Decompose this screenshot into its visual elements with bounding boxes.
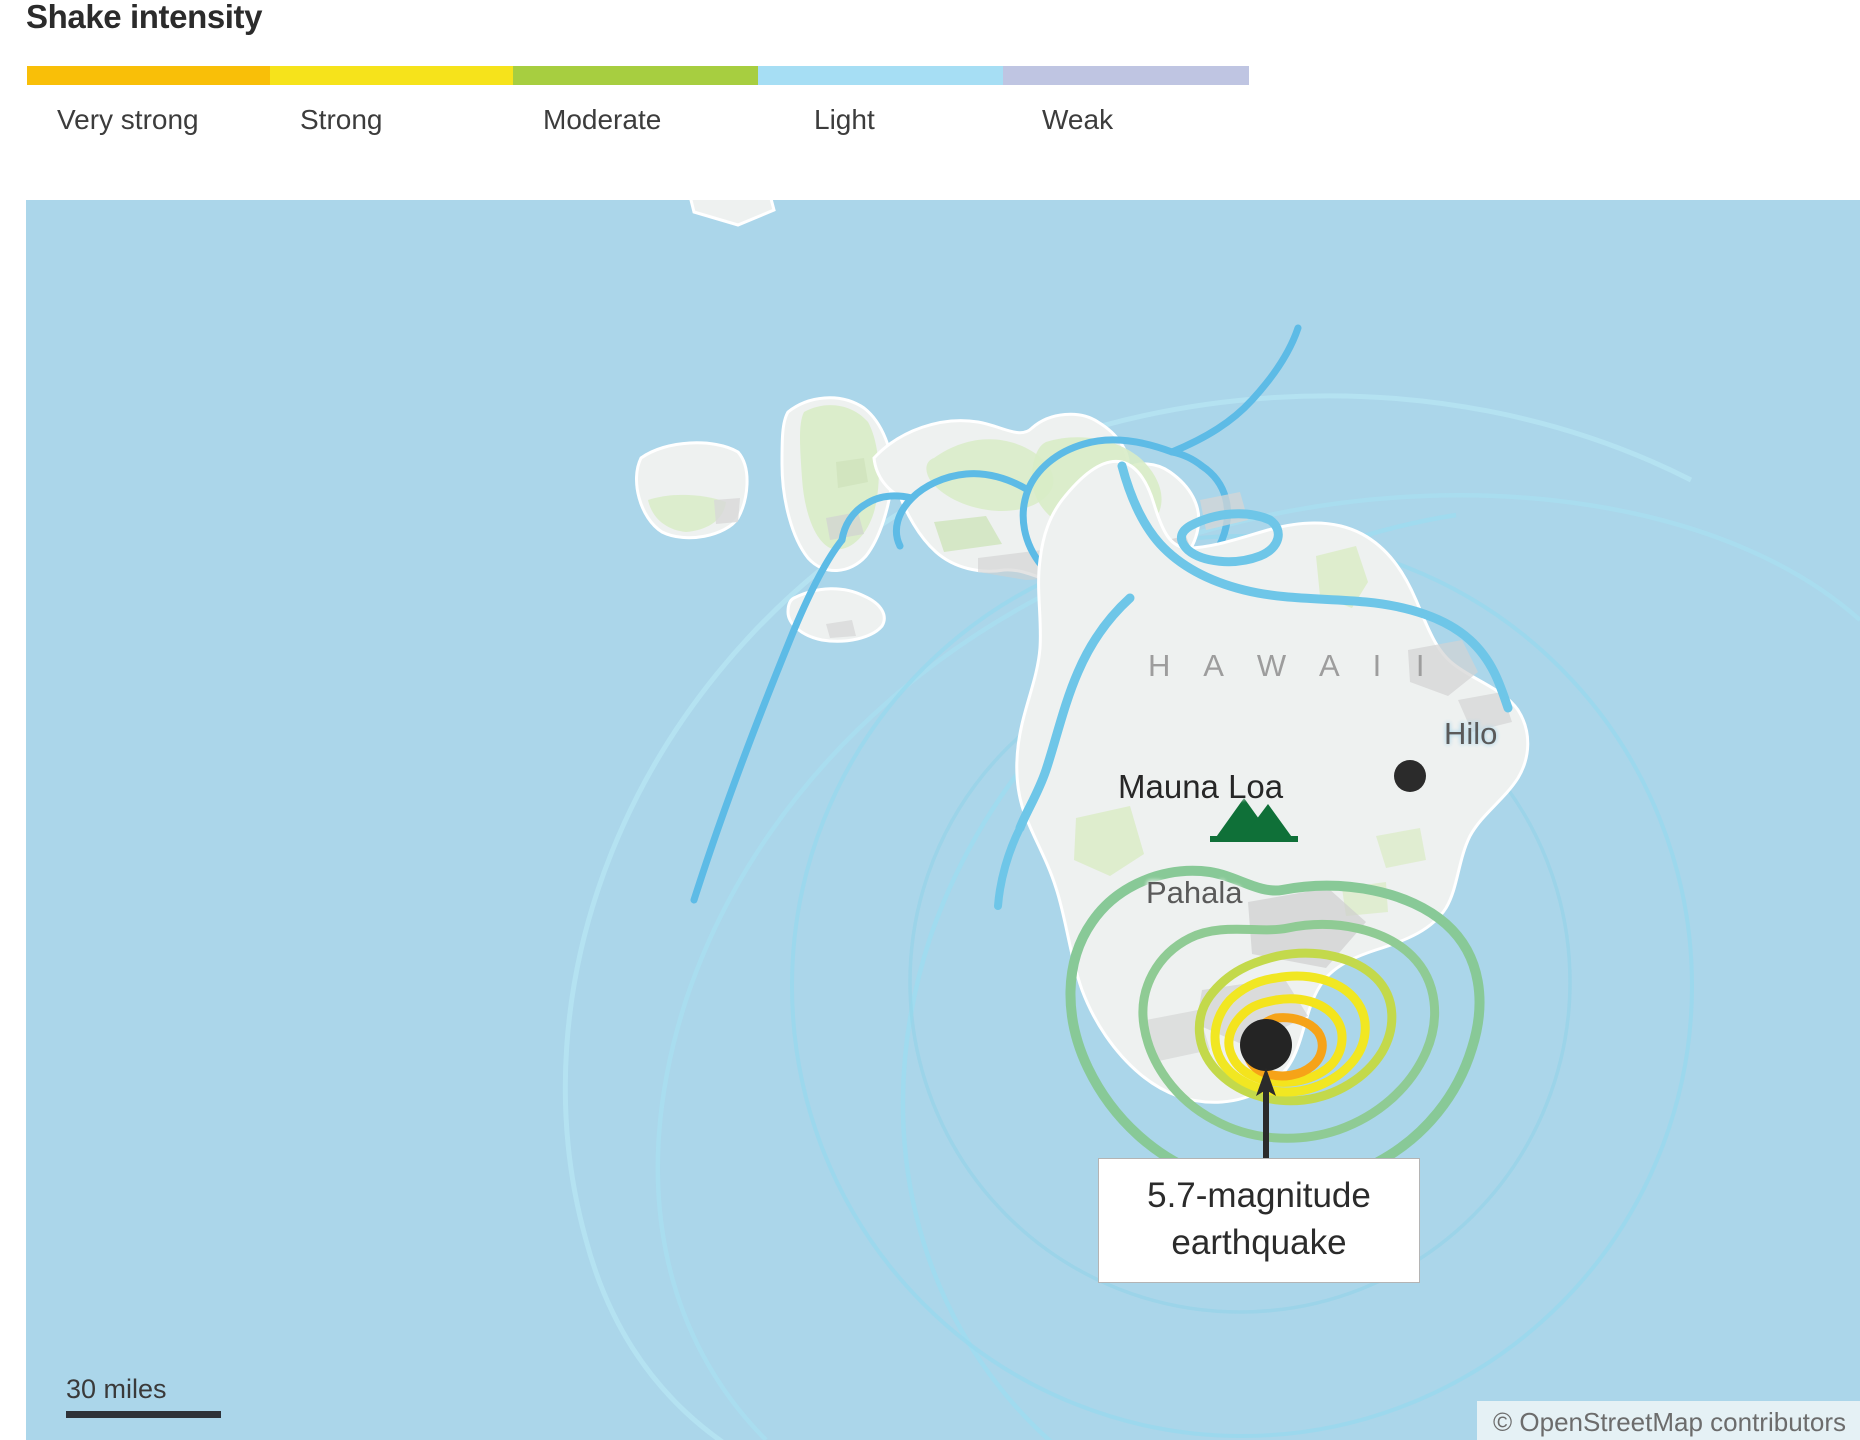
scale-bar-line xyxy=(66,1411,221,1418)
legend-title: Shake intensity xyxy=(26,0,263,35)
legend-label-very-strong: Very strong xyxy=(57,104,199,135)
legend-label-strong: Strong xyxy=(300,104,383,135)
legend-swatch-strong xyxy=(270,66,513,85)
callout-line-1: 5.7-magnitude xyxy=(1147,1176,1371,1215)
legend-label-weak: Weak xyxy=(1042,104,1114,135)
legend-label-row: Very strong Strong Moderate Light Weak xyxy=(27,104,1249,144)
legend-label-light: Light xyxy=(814,104,875,135)
earthquake-callout-box: 5.7-magnitude earthquake xyxy=(1098,1158,1420,1284)
scale-bar-label: 30 miles xyxy=(66,1374,167,1404)
island-lanai xyxy=(635,441,749,540)
callout-line-2: earthquake xyxy=(1171,1222,1347,1262)
city-dot-hilo xyxy=(1394,760,1426,792)
epicenter-dot xyxy=(1240,1019,1292,1071)
ocean-background xyxy=(26,200,1860,1440)
legend-color-bar xyxy=(27,66,1249,85)
legend-swatch-moderate xyxy=(513,66,758,85)
legend-swatch-weak xyxy=(1003,66,1249,85)
map-scale-bar: 30 miles xyxy=(66,1374,221,1418)
map-attribution[interactable]: © OpenStreetMap contributors xyxy=(1477,1401,1860,1440)
shake-intensity-legend: Shake intensity Very strong Strong Moder… xyxy=(0,0,1860,200)
shake-intensity-map[interactable]: H A W A I I Mauna Loa Pahala Hilo 5.7-ma… xyxy=(26,200,1860,1440)
legend-label-moderate: Moderate xyxy=(543,104,662,135)
legend-swatch-light xyxy=(758,66,1003,85)
map-canvas[interactable] xyxy=(26,200,1860,1440)
legend-swatch-very-strong xyxy=(27,66,270,85)
